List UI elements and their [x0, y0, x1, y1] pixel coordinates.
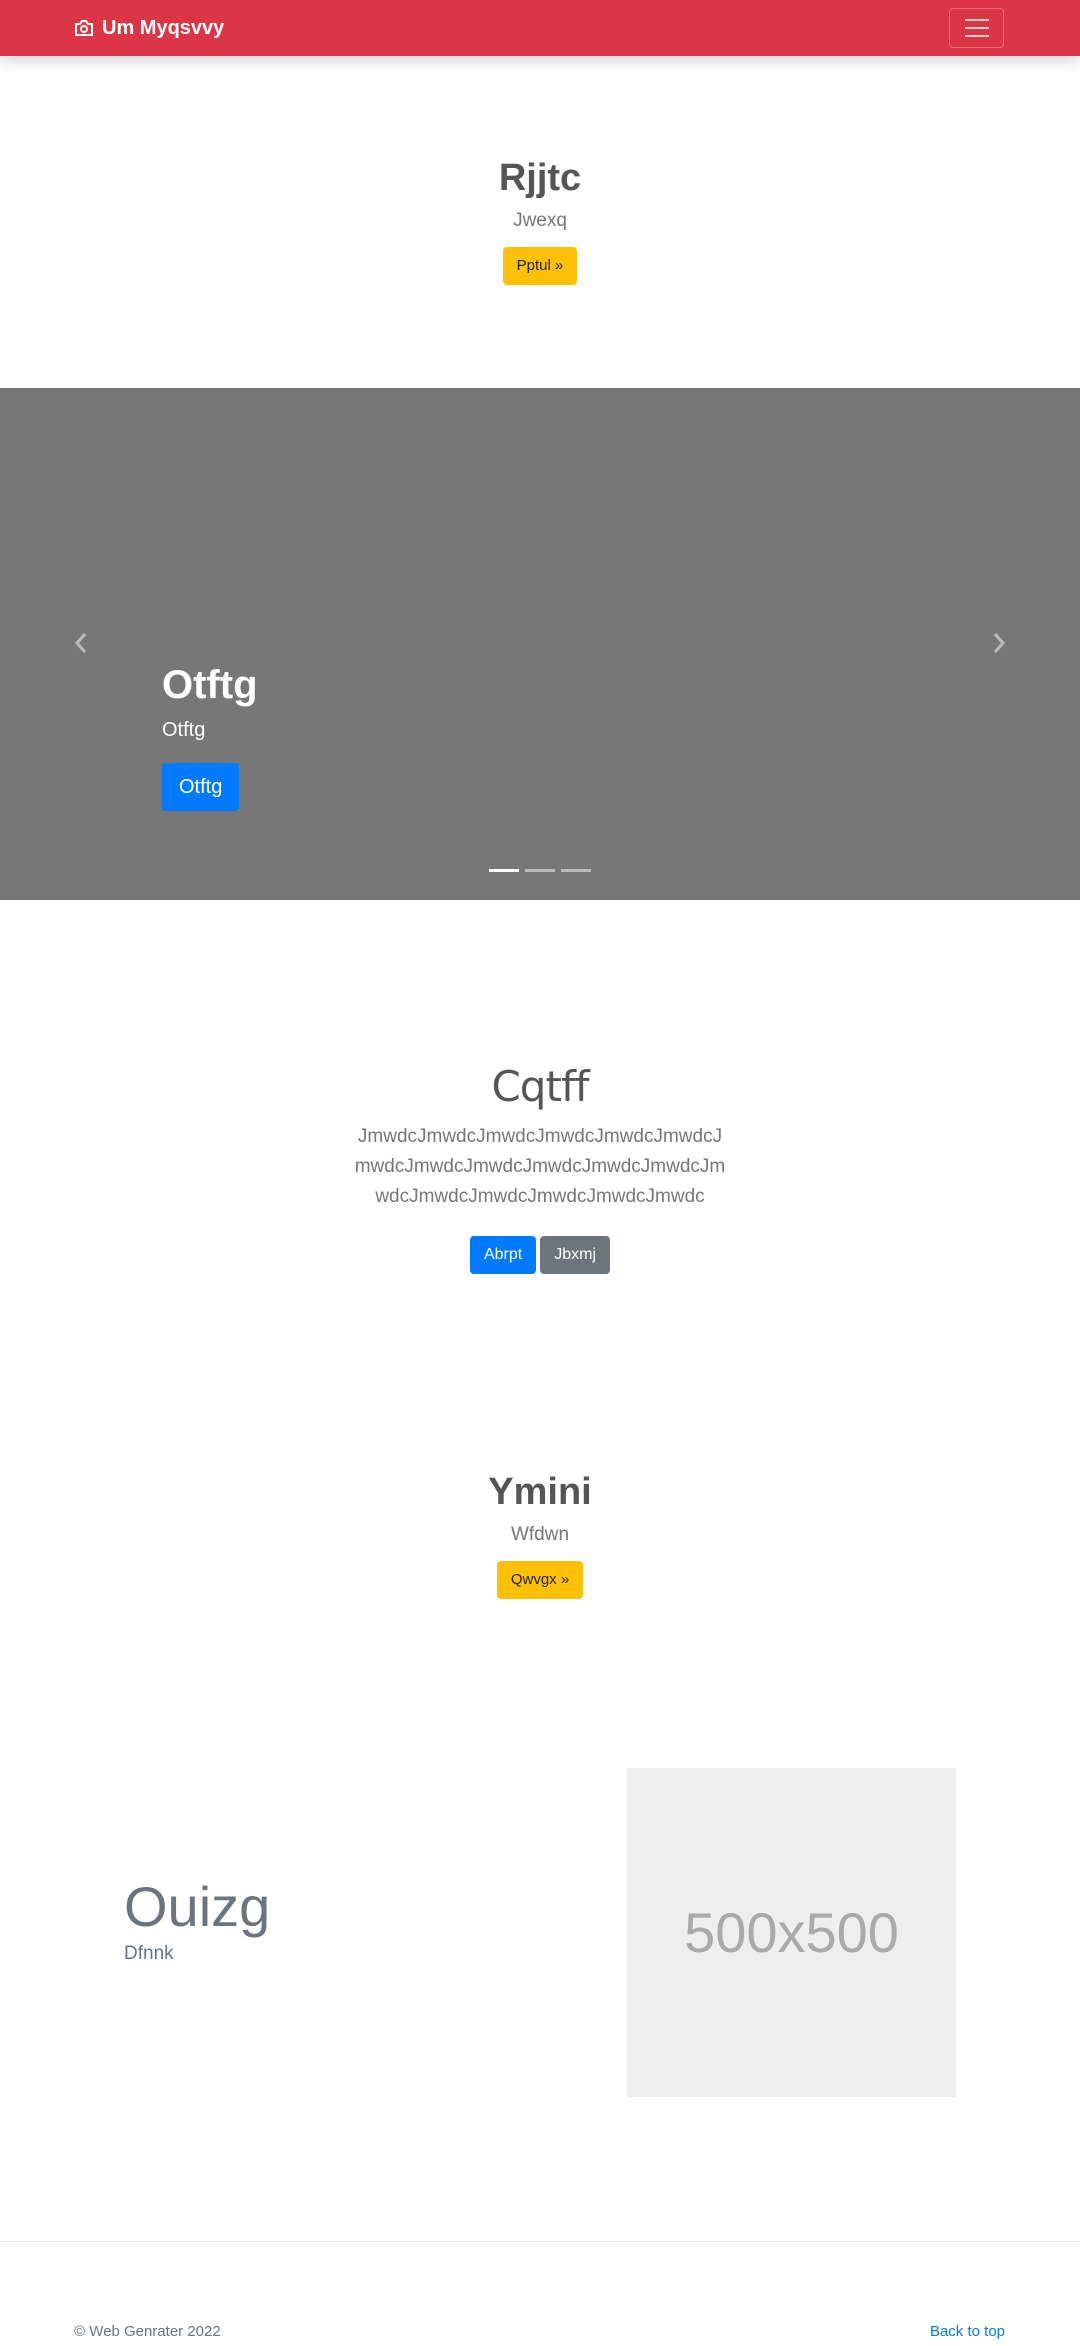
split-text-body: Dfnnk [124, 1943, 174, 1964]
carousel-indicators [0, 869, 1080, 872]
hero-cta-button[interactable]: Pptul » [502, 247, 578, 285]
hero-title: Rjjtc [498, 157, 582, 199]
feature-title: Cqtff [491, 1062, 589, 1111]
placeholder-image: 500x500 [627, 1768, 956, 2097]
carousel-indicator-3[interactable] [561, 869, 591, 872]
carousel: Otftg Otftg Otftg [0, 388, 1080, 900]
carousel-text: Otftg [162, 719, 206, 741]
carousel-cta-button[interactable]: Otftg [162, 763, 240, 811]
navbar-toggler-button[interactable] [949, 8, 1004, 48]
navbar: Um Myqsvvy [0, 0, 1080, 56]
hero-section-1: Rjjtc Jwexq Pptul » [0, 150, 1080, 285]
footer-divider [0, 2241, 1080, 2242]
chevron-left-icon [74, 632, 88, 654]
carousel-indicator-1[interactable] [489, 869, 519, 872]
carousel-indicator-2[interactable] [525, 869, 555, 872]
feature-body: JmwdcJmwdcJmwdcJmwdcJmwdcJmwdcJmwdcJmwdc… [354, 1126, 726, 1207]
footer-copyright: © Web Genrater 2022 [74, 2323, 221, 2340]
feature-secondary-button[interactable]: Jbxmj [540, 1236, 611, 1274]
split-text: Ouizg Dfnnk [124, 1875, 270, 1965]
carousel-title: Otftg [162, 663, 258, 707]
brand-text: Um Myqsvvy [102, 16, 225, 39]
feature-primary-button[interactable]: Abrpt [469, 1236, 537, 1274]
chevron-right-icon [992, 632, 1006, 654]
hero2-title: Ymini [488, 1471, 592, 1513]
hero-subtitle: Jwexq [513, 210, 567, 231]
carousel-prev-button[interactable] [66, 628, 96, 658]
camera-icon [74, 19, 94, 37]
hero2-subtitle: Wfdwn [510, 1524, 570, 1545]
hamburger-menu-icon [964, 19, 989, 21]
carousel-next-button[interactable] [984, 628, 1014, 658]
hero2-cta-button[interactable]: Qwvgx » [496, 1561, 584, 1599]
placeholder-label: 500x500 [684, 1901, 899, 1964]
back-to-top-link[interactable]: Back to top [930, 2323, 1005, 2340]
brand-link[interactable]: Um Myqsvvy [74, 0, 224, 56]
carousel-caption: Otftg Otftg Otftg [162, 661, 258, 811]
hero-section-2: Ymini Wfdwn Qwvgx » [0, 1464, 1080, 1599]
split-title: Ouizg [124, 1875, 271, 1938]
feature-section: Cqtff JmwdcJmwdcJmwdcJmwdcJmwdcJmwdcJmwd… [0, 1060, 1080, 1274]
